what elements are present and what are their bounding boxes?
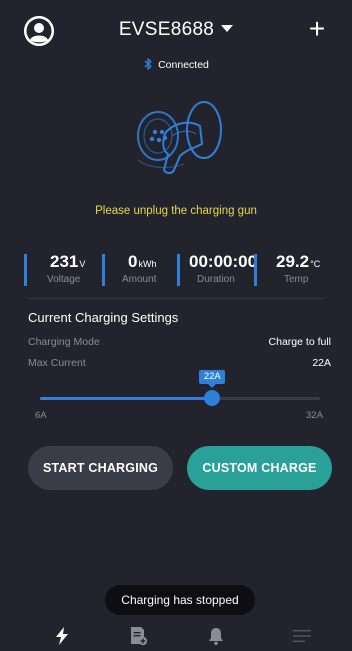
divider <box>28 298 324 299</box>
max-current-slider[interactable] <box>40 390 320 406</box>
stat-value: 231V <box>50 252 86 271</box>
lightning-icon[interactable] <box>40 624 84 648</box>
header: EVSE8688 + Connected <box>0 0 352 80</box>
slider-thumb[interactable] <box>204 390 221 406</box>
stat-amount: 0kWh Amount <box>102 252 176 288</box>
bluetooth-icon <box>144 58 152 70</box>
stat-label: Temp <box>284 274 309 285</box>
stats-row: 231V Voltage 0kWh Amount 00:00:00 Durati… <box>24 252 330 292</box>
bottom-nav <box>0 618 352 651</box>
device-name: EVSE8688 <box>118 19 215 40</box>
slider-max-label: 32A <box>306 410 323 421</box>
app-screen: EVSE8688 + Connected Please unplug the c… <box>0 0 352 651</box>
connection-status-text: Connected <box>158 59 209 71</box>
bell-icon[interactable] <box>194 624 238 648</box>
charging-mode-value[interactable]: Charge to full <box>269 336 331 348</box>
stat-duration: 00:00:00 Duration <box>177 252 257 288</box>
menu-icon[interactable] <box>280 624 324 648</box>
stat-temp: 29.2°C Temp <box>254 252 330 288</box>
charging-mode-label: Charging Mode <box>28 336 100 348</box>
connection-status: Connected <box>0 58 352 71</box>
start-charging-button[interactable]: START CHARGING <box>28 446 173 490</box>
stat-value: 0kWh <box>128 252 157 271</box>
max-current-value: 22A <box>312 357 331 369</box>
slider-min-label: 6A <box>35 410 47 421</box>
custom-charge-button[interactable]: CUSTOM CHARGE <box>187 446 332 490</box>
stat-divider <box>24 254 27 286</box>
stat-label: Amount <box>122 274 157 285</box>
stat-divider <box>177 254 180 286</box>
caret-down-icon <box>221 25 234 32</box>
charging-gun-icon <box>137 101 222 174</box>
unplug-warning: Please unplug the charging gun <box>95 205 257 217</box>
stat-value: 29.2°C <box>276 252 321 271</box>
max-current-label: Max Current <box>28 357 86 369</box>
slider-tooltip: 22A <box>199 370 226 388</box>
document-add-icon[interactable] <box>116 624 160 648</box>
device-selector[interactable]: EVSE8688 <box>0 19 352 41</box>
settings-title: Current Charging Settings <box>28 310 179 325</box>
stat-label: Duration <box>197 274 235 285</box>
stat-divider <box>254 254 257 286</box>
toast-message: Charging has stopped <box>105 585 255 615</box>
add-button[interactable]: + <box>304 14 330 44</box>
stat-label: Voltage <box>47 274 81 285</box>
stat-divider <box>102 254 105 286</box>
stat-voltage: 231V Voltage <box>24 252 90 288</box>
stat-value: 00:00:00 <box>189 252 258 271</box>
slider-fill <box>40 397 213 400</box>
